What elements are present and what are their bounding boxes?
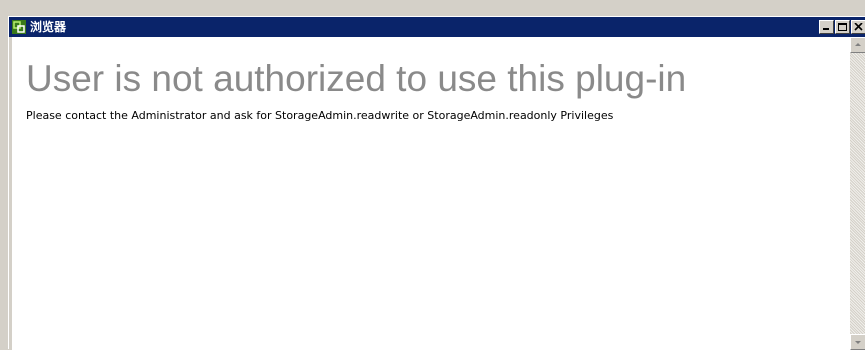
- title-bar[interactable]: 浏览器: [9, 17, 865, 37]
- maximize-icon: [838, 23, 847, 31]
- page-content: User is not authorized to use this plug-…: [12, 37, 850, 350]
- browser-window: 浏览器 User is not authorized to use this p…: [8, 16, 865, 350]
- error-heading: User is not authorized to use this plug-…: [26, 58, 687, 99]
- window-controls: [819, 20, 865, 34]
- scroll-down-arrow-icon: [855, 341, 861, 344]
- minimize-icon: [823, 28, 829, 30]
- error-message: Please contact the Administrator and ask…: [26, 109, 614, 122]
- app-icon: [12, 20, 26, 34]
- scroll-down-button[interactable]: [850, 334, 865, 350]
- window-title: 浏览器: [30, 20, 67, 34]
- scroll-up-arrow-icon: [855, 43, 861, 46]
- minimize-button[interactable]: [819, 20, 834, 34]
- scroll-up-button[interactable]: [850, 37, 865, 53]
- maximize-button[interactable]: [835, 20, 850, 34]
- vertical-scrollbar[interactable]: [850, 37, 865, 350]
- close-icon: [854, 23, 863, 31]
- close-button[interactable]: [851, 20, 865, 34]
